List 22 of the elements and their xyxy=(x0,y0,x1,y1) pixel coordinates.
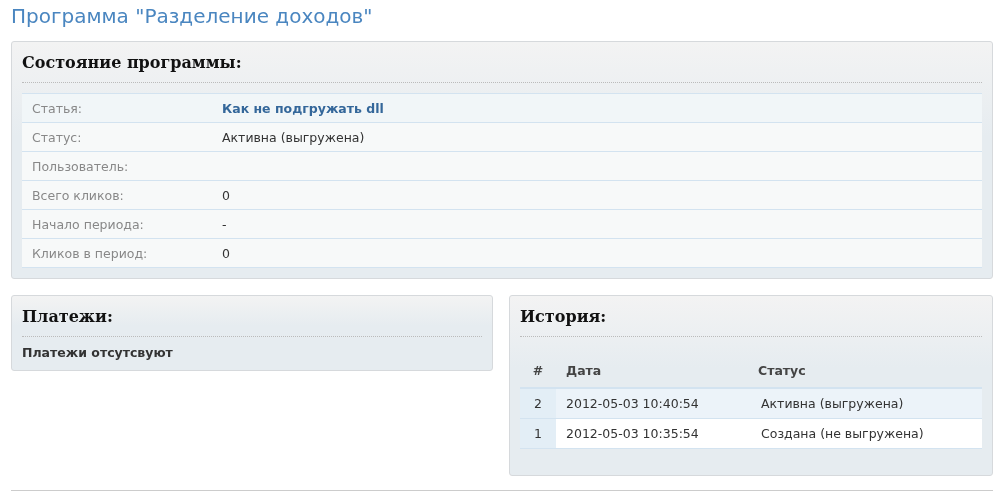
table-cell: 2012-05-03 10:35:54 xyxy=(556,418,757,449)
empty-message: Платежи отсутсвуют xyxy=(22,345,174,360)
field-value: 0 xyxy=(222,245,230,261)
field-label: Пользователь: xyxy=(22,151,212,181)
table-cell: Создана (не выгружена) xyxy=(757,418,982,449)
article-link[interactable]: Как не подгружать dll xyxy=(222,100,384,116)
field-label: Статус: xyxy=(22,122,212,152)
panel-heading: Состояние программы: xyxy=(22,52,243,74)
field-value: Активна (выгружена) xyxy=(222,129,365,145)
panel-heading: История: xyxy=(520,306,608,328)
table-cell: Активна (выгружена) xyxy=(757,388,982,419)
panel-heading: Платежи: xyxy=(22,306,114,328)
field-value: 0 xyxy=(222,187,230,203)
field-label: Начало периода: xyxy=(22,209,212,239)
table-cell: 2012-05-03 10:40:54 xyxy=(556,388,757,419)
field-value: - xyxy=(222,216,227,232)
field-label: Кликов в период: xyxy=(22,238,212,268)
table-cell: 1 xyxy=(520,418,556,449)
field-label: Статья: xyxy=(22,93,212,123)
page-title: Программа "Разделение доходов" xyxy=(11,3,374,30)
field-label: Всего кликов: xyxy=(22,180,212,210)
table-cell: 2 xyxy=(520,388,556,419)
